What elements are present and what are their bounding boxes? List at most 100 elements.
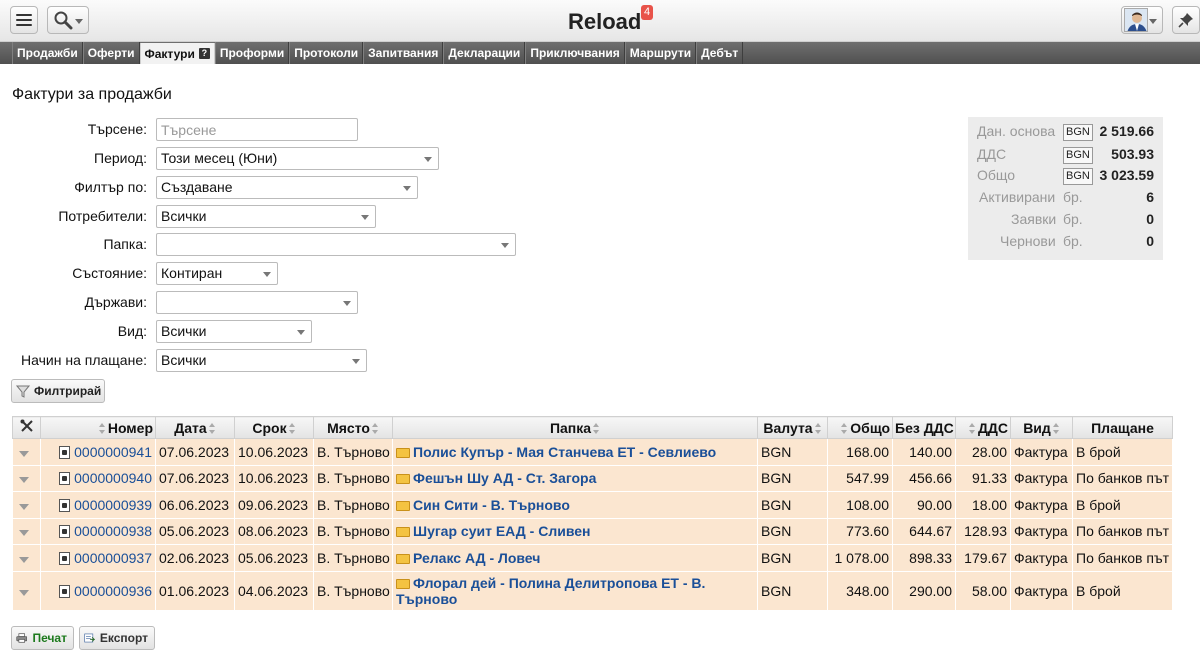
active-unit: бр. bbox=[1063, 189, 1083, 205]
row-actions-cell[interactable] bbox=[12, 438, 41, 466]
row-actions-cell[interactable] bbox=[12, 517, 41, 545]
state-select[interactable]: Контиран bbox=[156, 262, 278, 285]
chevron-down-icon[interactable] bbox=[19, 589, 29, 596]
folder-cell[interactable]: Син Сити - В. Търново bbox=[392, 491, 758, 519]
tab-protocols[interactable]: Протоколи bbox=[289, 42, 364, 64]
chevron-down-icon[interactable] bbox=[19, 477, 29, 484]
vat-cell: 58.00 bbox=[955, 570, 1011, 611]
invoice-number-cell[interactable]: 0000000937 bbox=[40, 544, 156, 572]
document-icon[interactable] bbox=[59, 584, 71, 598]
payment-method-select[interactable]: Всички bbox=[156, 349, 367, 372]
row-actions-cell[interactable] bbox=[12, 464, 41, 492]
main-menu-button[interactable] bbox=[10, 6, 38, 34]
table-row[interactable]: 0000000939 06.06.2023 09.06.2023 В. Търн… bbox=[12, 491, 1173, 519]
print-button[interactable]: Печат bbox=[11, 626, 74, 650]
column-total-header[interactable]: Общо bbox=[827, 416, 893, 439]
pin-button[interactable] bbox=[1172, 6, 1200, 34]
table-row[interactable]: 0000000937 02.06.2023 05.06.2023 В. Търн… bbox=[12, 544, 1173, 572]
countries-select[interactable] bbox=[156, 291, 358, 314]
invoice-number-cell[interactable]: 0000000941 bbox=[40, 438, 156, 466]
folder-cell[interactable]: Флорал дей - Полина Делитропова ЕТ - В. … bbox=[392, 570, 758, 611]
folder-icon bbox=[396, 527, 410, 538]
invoice-number-cell[interactable]: 0000000940 bbox=[40, 464, 156, 492]
folder-cell[interactable]: Релакс АД - Ловеч bbox=[392, 544, 758, 572]
document-icon[interactable] bbox=[59, 445, 71, 459]
column-vat-header[interactable]: ДДС bbox=[955, 416, 1011, 439]
users-select[interactable]: Всички bbox=[156, 205, 376, 228]
folder-cell[interactable]: Шугар суит ЕАД - Сливен bbox=[392, 517, 758, 545]
chevron-down-icon[interactable] bbox=[19, 450, 29, 457]
total-cell: 108.00 bbox=[827, 491, 893, 519]
currency-cell: BGN bbox=[757, 544, 828, 572]
column-tools-header[interactable] bbox=[12, 416, 41, 439]
tab-invoices[interactable]: Фактури ? bbox=[139, 43, 215, 64]
search-menu-button[interactable] bbox=[47, 6, 89, 34]
folder-select[interactable] bbox=[156, 233, 516, 256]
tab-debt[interactable]: Дебът bbox=[696, 42, 744, 64]
folder-label: Папка: bbox=[103, 236, 147, 252]
column-net-header[interactable]: Без ДДС bbox=[892, 416, 956, 439]
notification-badge[interactable]: 4 bbox=[641, 5, 654, 20]
tab-closings[interactable]: Приключвания bbox=[525, 42, 625, 64]
requests-label: Заявки bbox=[1011, 211, 1057, 227]
place-cell: В. Търново bbox=[313, 517, 393, 545]
column-place-header[interactable]: Място bbox=[313, 416, 393, 439]
folder-cell[interactable]: Фешън Шу АД - Ст. Загора bbox=[392, 464, 758, 492]
document-icon[interactable] bbox=[59, 525, 71, 539]
chevron-down-icon[interactable] bbox=[19, 556, 29, 563]
row-actions-cell[interactable] bbox=[12, 570, 41, 611]
column-payment-header[interactable]: Плащане bbox=[1072, 416, 1173, 439]
search-label: Търсене: bbox=[87, 121, 147, 137]
column-currency-header[interactable]: Валута bbox=[757, 416, 828, 439]
export-button[interactable]: Експорт bbox=[79, 626, 155, 650]
column-due-header[interactable]: Срок bbox=[234, 416, 314, 439]
table-row[interactable]: 0000000940 07.06.2023 10.06.2023 В. Търн… bbox=[12, 464, 1173, 492]
filter-by-select[interactable]: Създаване bbox=[156, 176, 418, 199]
invoice-number-cell[interactable]: 0000000939 bbox=[40, 491, 156, 519]
chevron-down-icon[interactable] bbox=[19, 503, 29, 510]
chevron-down-icon[interactable] bbox=[19, 530, 29, 537]
total-cell: 348.00 bbox=[827, 570, 893, 611]
tab-declarations[interactable]: Декларации bbox=[443, 42, 526, 64]
sort-icon bbox=[371, 423, 379, 435]
column-date-header[interactable]: Дата bbox=[155, 416, 235, 439]
help-icon[interactable]: ? bbox=[198, 48, 210, 59]
invoice-number-cell[interactable]: 0000000938 bbox=[40, 517, 156, 545]
document-icon[interactable] bbox=[59, 472, 71, 486]
folder-icon bbox=[396, 474, 410, 485]
total-label: Общо bbox=[977, 167, 1016, 183]
type-select[interactable]: Всички bbox=[156, 320, 312, 343]
due-date-cell: 05.06.2023 bbox=[234, 544, 314, 572]
tab-offers[interactable]: Оферти bbox=[82, 42, 140, 64]
drafts-count: 0 bbox=[1146, 233, 1154, 249]
column-number-header[interactable]: Номер bbox=[40, 416, 156, 439]
vat-cell: 18.00 bbox=[955, 491, 1011, 519]
net-cell: 898.33 bbox=[892, 544, 956, 572]
column-folder-header[interactable]: Папка bbox=[392, 416, 758, 439]
row-actions-cell[interactable] bbox=[12, 491, 41, 519]
column-type-header[interactable]: Вид bbox=[1010, 416, 1073, 439]
tab-proforma[interactable]: Проформи bbox=[214, 42, 290, 64]
sort-icon bbox=[968, 423, 976, 435]
user-menu-button[interactable] bbox=[1121, 6, 1163, 34]
filter-button[interactable]: Филтрирай bbox=[11, 379, 105, 403]
table-row[interactable]: 0000000936 01.06.2023 04.06.2023 В. Търн… bbox=[12, 570, 1173, 611]
countries-label: Държави: bbox=[84, 294, 147, 310]
folder-cell[interactable]: Полис Купър - Мая Станчева ЕТ - Севлиево bbox=[392, 438, 758, 466]
currency-cell: BGN bbox=[757, 464, 828, 492]
table-row[interactable]: 0000000938 05.06.2023 08.06.2023 В. Търн… bbox=[12, 517, 1173, 545]
users-label: Потребители: bbox=[58, 208, 147, 224]
chevron-down-icon bbox=[501, 243, 509, 248]
document-icon[interactable] bbox=[59, 498, 71, 512]
tab-inquiries[interactable]: Запитвания bbox=[363, 42, 444, 64]
search-input[interactable] bbox=[156, 118, 358, 141]
row-actions-cell[interactable] bbox=[12, 544, 41, 572]
period-select[interactable]: Този месец (Юни) bbox=[156, 147, 439, 170]
table-row[interactable]: 0000000941 07.06.2023 10.06.2023 В. Търн… bbox=[12, 438, 1173, 466]
tab-sales[interactable]: Продажби bbox=[12, 42, 83, 64]
tab-routes[interactable]: Маршрути bbox=[624, 42, 697, 64]
chevron-down-icon bbox=[424, 157, 432, 162]
document-icon[interactable] bbox=[59, 551, 71, 565]
date-cell: 01.06.2023 bbox=[155, 570, 235, 611]
invoice-number-cell[interactable]: 0000000936 bbox=[40, 570, 156, 611]
